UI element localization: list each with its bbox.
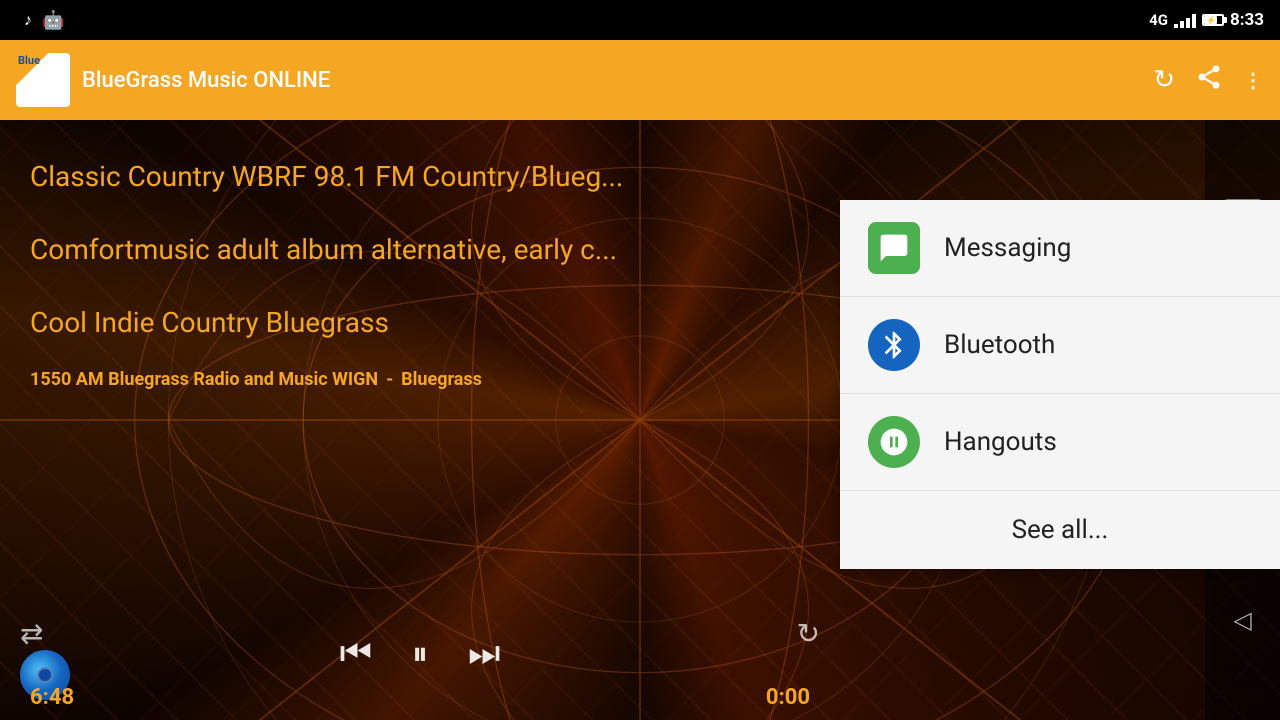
app-title: BlueGrass Music ONLINE	[82, 68, 1141, 93]
genre-separator: -	[386, 369, 393, 390]
see-all-label: See all...	[1012, 515, 1109, 545]
top-bar: Blue BlueGrass Music ONLINE ↻ ⋮	[0, 40, 1280, 120]
share-icon[interactable]	[1195, 63, 1223, 97]
messaging-label: Messaging	[944, 233, 1071, 263]
more-icon[interactable]: ⋮	[1243, 68, 1264, 92]
see-all-button[interactable]: See all...	[840, 491, 1280, 569]
status-bar: ♪ 🤖 4G ⚡ 8:33	[0, 0, 1280, 40]
back-nav-button[interactable]: ◁	[1222, 599, 1264, 641]
logo-text: Blue	[18, 55, 40, 66]
refresh-icon[interactable]: ↻	[1153, 65, 1175, 95]
time-label: 8:33	[1230, 10, 1264, 30]
top-bar-actions: ↻ ⋮	[1153, 63, 1264, 97]
signal-icon	[1174, 12, 1196, 28]
hangouts-label: Hangouts	[944, 427, 1057, 457]
bluetooth-label: Bluetooth	[944, 330, 1055, 360]
next-button[interactable]: ⏭	[468, 632, 500, 675]
messaging-icon	[868, 222, 920, 274]
control-buttons: ⏮ ⏸ ⏭	[340, 632, 501, 675]
total-time: 0:00	[766, 685, 810, 710]
android-icon: 🤖	[42, 10, 64, 31]
bluetooth-menu-item[interactable]: Bluetooth	[840, 297, 1280, 394]
player-controls: ⏮ ⏸ ⏭ 6:48 0:00	[0, 600, 840, 720]
prev-button[interactable]: ⏮	[340, 632, 372, 675]
pause-button[interactable]: ⏸	[412, 634, 428, 673]
app-container: Blue BlueGrass Music ONLINE ↻ ⋮	[0, 40, 1280, 720]
hangouts-menu-item[interactable]: Hangouts	[840, 394, 1280, 491]
messaging-menu-item[interactable]: Messaging	[840, 200, 1280, 297]
share-dropdown-menu: Messaging Bluetooth Hangouts	[840, 200, 1280, 569]
time-row: 6:48 0:00	[0, 685, 840, 710]
main-content: Classic Country WBRF 98.1 FM Country/Blu…	[0, 120, 1280, 720]
bluetooth-icon	[868, 319, 920, 371]
station-name: 1550 AM Bluegrass Radio and Music WIGN	[30, 369, 378, 390]
status-bar-left: ♪ 🤖	[16, 10, 64, 31]
app-logo: Blue	[16, 53, 70, 107]
music-note-icon: ♪	[24, 10, 32, 30]
hangouts-icon	[868, 416, 920, 468]
current-time: 6:48	[30, 685, 74, 710]
status-right: 4G ⚡ 8:33	[1149, 10, 1264, 30]
network-label: 4G	[1149, 11, 1168, 29]
genre-label: Bluegrass	[401, 369, 482, 390]
battery-icon: ⚡	[1202, 14, 1224, 26]
